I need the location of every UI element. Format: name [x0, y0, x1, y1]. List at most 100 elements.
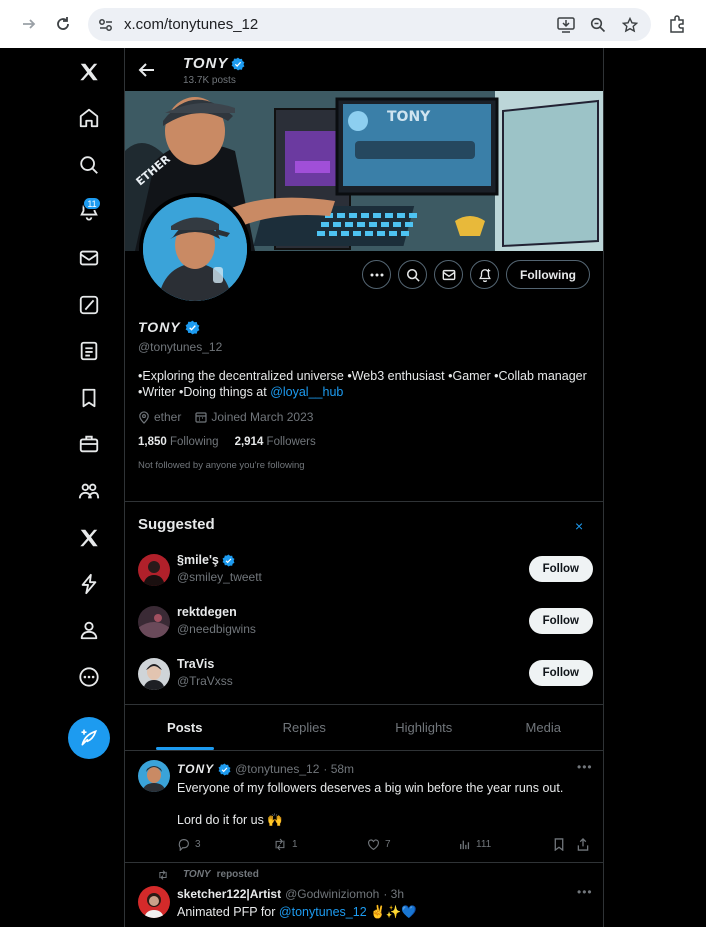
- tweet-time[interactable]: · 58m: [323, 762, 354, 776]
- profile-meta: ether Joined March 2023: [138, 410, 313, 424]
- compose-post-button[interactable]: [68, 717, 110, 759]
- url-text[interactable]: x.com/tonytunes_12: [124, 16, 258, 33]
- mention-link[interactable]: @tonytunes_12: [279, 905, 367, 919]
- avatar[interactable]: [138, 886, 170, 918]
- more-options-icon[interactable]: [60, 657, 118, 697]
- messages-envelope-icon[interactable]: [60, 238, 118, 278]
- tab-posts[interactable]: Posts: [125, 705, 245, 750]
- location: ether: [138, 410, 181, 424]
- close-suggested-icon[interactable]: ×: [575, 518, 583, 534]
- suggested-user[interactable]: §mile'ş @smiley_tweett Follow: [138, 550, 593, 590]
- x-logo-icon[interactable]: [60, 52, 118, 92]
- following-button[interactable]: Following: [506, 260, 590, 289]
- tweet-author-handle[interactable]: @tonytunes_12: [235, 762, 319, 776]
- tweet-time[interactable]: · 3h: [383, 887, 404, 901]
- tweet-header: TONY @tonytunes_12 · 58m: [177, 762, 354, 776]
- bookmark-star-icon[interactable]: [619, 14, 641, 36]
- not-followed-note: Not followed by anyone you're following: [138, 460, 305, 471]
- tweet-text: Lord do it for us 🙌: [177, 813, 283, 827]
- reply-button[interactable]: 3: [177, 838, 201, 851]
- analytics-bar-icon: [460, 840, 470, 850]
- follow-counts: 1,850 Following 2,914 Followers: [138, 436, 316, 448]
- views-button[interactable]: 111: [459, 838, 491, 850]
- follow-button[interactable]: Follow: [528, 608, 593, 634]
- tweet-header: sketcher122|Artist @Godwiniziomoh · 3h: [177, 887, 404, 901]
- tweet-more-icon[interactable]: •••: [577, 885, 593, 899]
- profile-avatar[interactable]: [139, 193, 251, 305]
- follow-button[interactable]: Follow: [528, 660, 593, 686]
- message-button[interactable]: [434, 260, 463, 289]
- jobs-briefcase-icon[interactable]: [60, 424, 118, 464]
- heart-icon: [368, 839, 379, 851]
- suggested-user-handle: @needbigwins: [177, 622, 256, 636]
- avatar[interactable]: [138, 760, 170, 792]
- tweet[interactable]: TONY reposted sketcher122|Artist @Godwin…: [125, 862, 603, 927]
- notification-count-badge: 11: [83, 197, 101, 210]
- profile-bio: •Exploring the decentralized universe •W…: [138, 368, 593, 400]
- address-bar[interactable]: x.com/tonytunes_12: [88, 8, 651, 41]
- repost-indicator: TONY reposted: [157, 869, 259, 880]
- explore-search-icon[interactable]: [60, 145, 118, 185]
- tweet-more-icon[interactable]: •••: [577, 760, 593, 774]
- suggested-user-handle: @TraVxss: [177, 674, 233, 688]
- tab-media[interactable]: Media: [484, 705, 604, 750]
- repost-button[interactable]: 1: [273, 838, 298, 851]
- site-settings-icon[interactable]: [88, 18, 124, 32]
- avatar[interactable]: [138, 606, 170, 638]
- verified-badge-icon: [231, 57, 245, 70]
- suggested-user-name[interactable]: TraVis: [177, 657, 214, 671]
- share-icon[interactable]: [577, 838, 589, 851]
- lists-icon[interactable]: [60, 331, 118, 371]
- zoom-icon[interactable]: [587, 14, 609, 36]
- tab-replies[interactable]: Replies: [245, 705, 365, 750]
- following-count-link[interactable]: 1,850 Following: [138, 436, 219, 448]
- extensions-icon[interactable]: [662, 9, 692, 39]
- notifications-bell-icon[interactable]: [60, 190, 118, 230]
- bookmarks-icon[interactable]: [60, 378, 118, 418]
- feather-plus-icon: [81, 729, 97, 746]
- tweet-actions: 3 1 7 111: [177, 838, 593, 856]
- reply-icon: [178, 839, 189, 851]
- ellipsis-icon: [370, 273, 383, 276]
- like-button[interactable]: 7: [367, 838, 391, 851]
- reload-icon[interactable]: [48, 9, 78, 39]
- notify-button[interactable]: [470, 260, 499, 289]
- tweet-text: Animated PFP for @tonytunes_12 ✌️✨💙: [177, 905, 417, 919]
- grok-icon[interactable]: [60, 285, 118, 325]
- verified-badge-icon: [222, 554, 235, 566]
- verified-badge-icon: [185, 320, 200, 334]
- tab-highlights[interactable]: Highlights: [364, 705, 484, 750]
- suggested-user-name[interactable]: rektdegen: [177, 605, 237, 619]
- more-actions-button[interactable]: [362, 260, 391, 289]
- suggested-heading: Suggested: [138, 516, 215, 533]
- bio-text: •Exploring the decentralized universe •W…: [138, 369, 587, 399]
- tweet-author-name[interactable]: TONY: [177, 762, 214, 776]
- forward-icon[interactable]: [14, 9, 44, 39]
- browser-toolbar: x.com/tonytunes_12: [0, 0, 706, 48]
- followers-count-link[interactable]: 2,914 Followers: [235, 436, 316, 448]
- suggested-user-handle: @smiley_tweett: [177, 570, 262, 584]
- repost-icon: [275, 838, 285, 851]
- communities-icon[interactable]: [60, 471, 118, 511]
- tweet-text: Everyone of my followers deserves a big …: [177, 781, 564, 795]
- home-icon[interactable]: [60, 98, 118, 138]
- avatar[interactable]: [138, 658, 170, 690]
- tweet-author-name[interactable]: sketcher122|Artist: [177, 887, 281, 901]
- header-display-name: TONY: [183, 55, 245, 72]
- suggested-user[interactable]: rektdegen @needbigwins Follow: [138, 602, 593, 642]
- premium-x-icon[interactable]: [60, 518, 118, 558]
- suggested-user[interactable]: TraVis @TraVxss Follow: [138, 654, 593, 694]
- search-profile-button[interactable]: [398, 260, 427, 289]
- tweet[interactable]: TONY @tonytunes_12 · 58m ••• Everyone of…: [125, 750, 603, 862]
- verified-orgs-lightning-icon[interactable]: [60, 564, 118, 604]
- avatar[interactable]: [138, 554, 170, 586]
- tweet-author-handle[interactable]: @Godwiniziomoh: [285, 887, 379, 901]
- bookmark-tweet-icon[interactable]: [553, 838, 565, 851]
- follow-button[interactable]: Follow: [528, 556, 593, 582]
- suggested-user-name[interactable]: §mile'ş: [177, 553, 235, 567]
- verified-badge-icon: [218, 763, 231, 775]
- install-app-icon[interactable]: [555, 14, 577, 36]
- bio-link[interactable]: @loyal__hub: [270, 385, 343, 399]
- profile-person-icon[interactable]: [60, 610, 118, 650]
- back-arrow-icon[interactable]: [137, 60, 157, 80]
